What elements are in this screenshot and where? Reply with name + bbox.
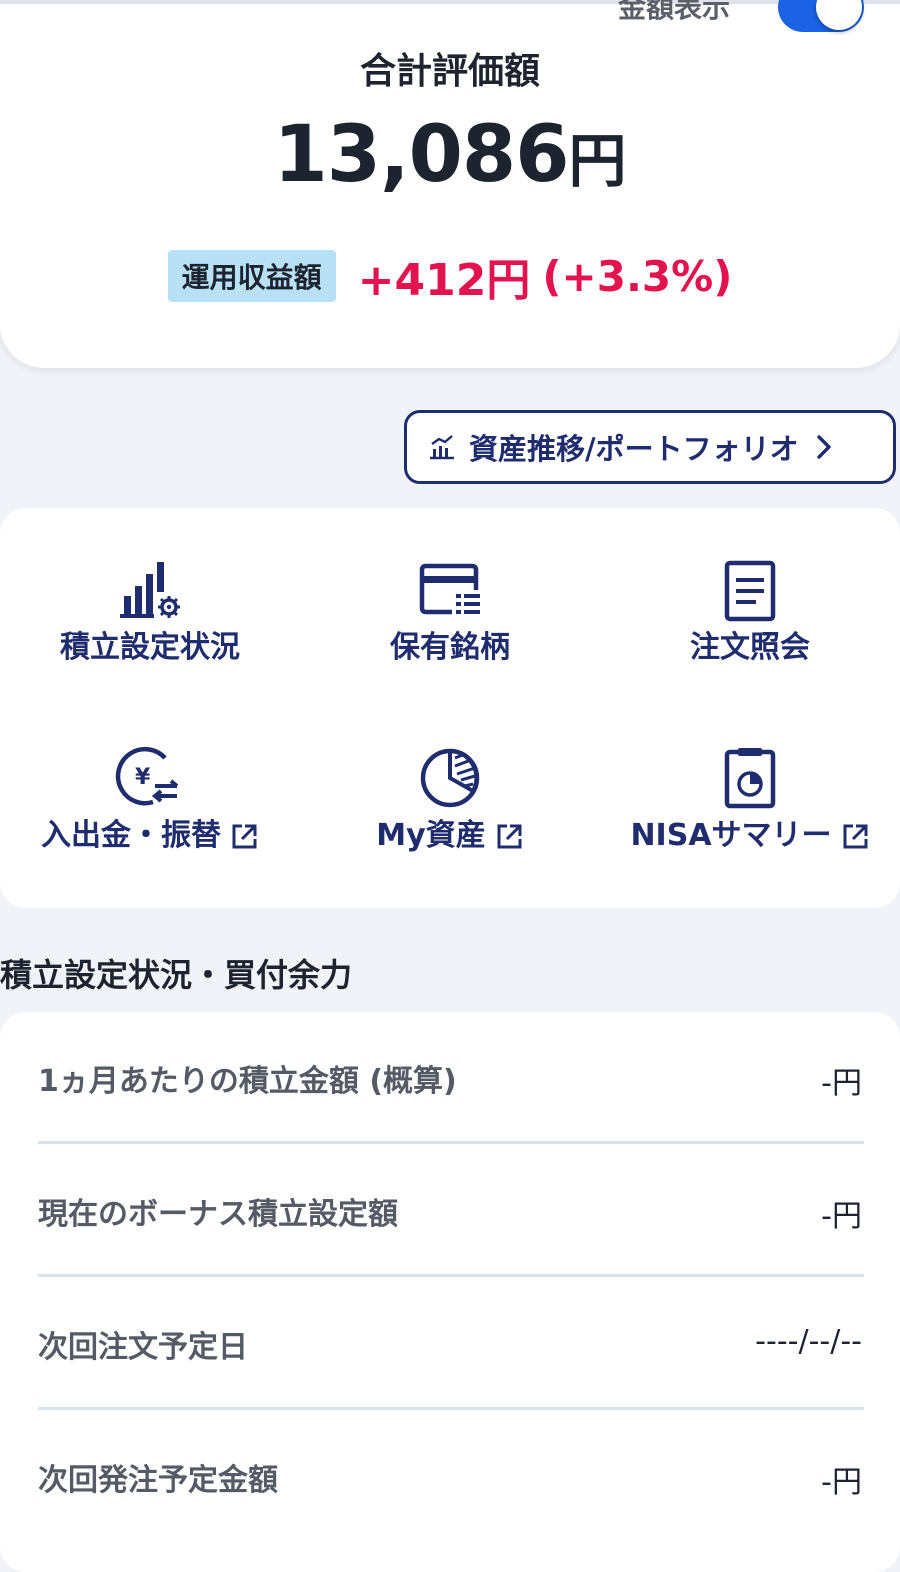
row-label: 次回注文予定日 — [38, 1330, 248, 1365]
toggle-knob — [816, 0, 862, 30]
external-link-icon — [843, 824, 868, 848]
row-value: ----/--/-- — [755, 1324, 862, 1359]
menu-item-label-row: 入出金・振替 — [0, 810, 300, 854]
chevron-right-icon — [816, 435, 831, 459]
gain-value: +412円 — [357, 255, 531, 306]
total-amount: 13,086 — [273, 110, 569, 200]
row-label: 現在のボーナス積立設定額 — [38, 1197, 398, 1232]
menu-item-nisa-summary[interactable]: NISAサマリー — [600, 746, 900, 854]
accumulation-section-title: 積立設定状況・買付余力 — [0, 956, 353, 994]
list-item-bonus-amount: 現在のボーナス積立設定額 -円 — [38, 1145, 864, 1277]
summary-card: 金額表示 合計評価額 13,086円 運用収益額 +412円 (+3.3%) — [0, 0, 900, 368]
menu-item-label: 入出金・振替 — [41, 818, 221, 853]
menu-item-label-row: NISAサマリー — [600, 810, 900, 854]
row-value: -円 — [821, 1066, 862, 1101]
menu-item-label: NISAサマリー — [630, 818, 832, 853]
menu-item-deposit-transfer[interactable]: ¥ 入出金・振替 — [0, 746, 300, 854]
gain-badge: 運用収益額 — [167, 250, 336, 302]
menu-item-accumulation-settings[interactable]: 積立設定状況 — [0, 560, 300, 666]
total-unit: 円 — [568, 127, 627, 195]
menu-item-label: 保有銘柄 — [390, 630, 510, 665]
menu-item-label: 注文照会 — [690, 630, 810, 665]
menu-item-order-inquiry[interactable]: 注文照会 — [600, 560, 900, 666]
svg-text:¥: ¥ — [135, 765, 151, 790]
row-value: -円 — [821, 1465, 862, 1500]
gain-percent: (+3.3%) — [542, 251, 733, 301]
accumulation-list: 1ヵ月あたりの積立金額 (概算) -円 現在のボーナス積立設定額 -円 次回注文… — [0, 1012, 900, 1572]
external-link-icon — [497, 824, 522, 848]
portfolio-button[interactable]: 資産推移/ポートフォリオ — [404, 410, 896, 484]
menu-item-label-row: My資産 — [300, 810, 600, 854]
list-item-monthly-amount: 1ヵ月あたりの積立金額 (概算) -円 — [38, 1012, 864, 1144]
amount-display-toggle[interactable] — [778, 0, 864, 32]
menu-item-holdings[interactable]: 保有銘柄 — [300, 560, 600, 666]
total-title: 合計評価額 — [359, 51, 540, 92]
row-value: -円 — [821, 1199, 862, 1234]
total-value: 13,086円 — [0, 110, 900, 200]
amount-display-label: 金額表示 — [618, 0, 731, 24]
bar-chart-gear-icon — [120, 562, 180, 618]
menu-item-my-assets[interactable]: My資産 — [300, 746, 600, 854]
menu-item-label: 積立設定状況 — [60, 630, 240, 665]
pie-chart-icon — [420, 748, 480, 808]
card-list-icon — [419, 563, 480, 615]
row-label: 1ヵ月あたりの積立金額 (概算) — [38, 1064, 457, 1099]
row-label: 次回発注予定金額 — [38, 1463, 278, 1498]
gain-row: 運用収益額 +412円 (+3.3%) — [0, 244, 900, 308]
document-icon — [724, 560, 776, 622]
portfolio-button-label: 資産推移/ポートフォリオ — [469, 432, 799, 466]
external-link-icon — [232, 824, 257, 848]
list-item-next-order-date: 次回注文予定日 ----/--/-- — [38, 1278, 864, 1410]
list-item-next-order-amount: 次回発注予定金額 -円 — [38, 1411, 864, 1543]
menu-item-label: My資産 — [376, 818, 486, 853]
clipboard-pie-icon — [724, 748, 776, 809]
menu-card: 積立設定状況 保有銘柄 注文照会 ¥ 入出金・振替 My資産 NISAサマリー — [0, 508, 900, 908]
chart-icon — [430, 435, 454, 460]
yen-transfer-icon: ¥ — [115, 746, 179, 806]
top-edge-divider — [0, 0, 900, 4]
